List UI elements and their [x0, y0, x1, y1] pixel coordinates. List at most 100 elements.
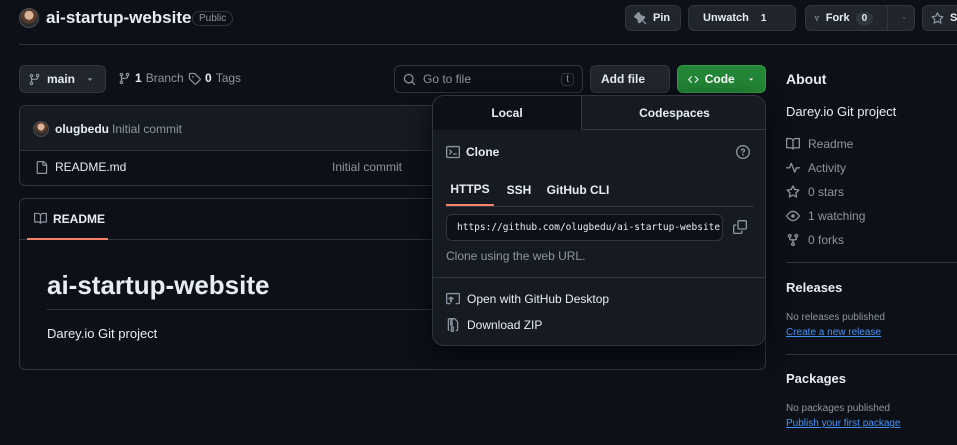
fork-icon	[814, 15, 820, 21]
tags-label: Tags	[215, 71, 242, 85]
chevron-down-icon	[657, 78, 659, 80]
download-zip-item[interactable]: Download ZIP	[446, 318, 542, 332]
download-zip-label: Download ZIP	[467, 318, 543, 332]
pulse-icon	[786, 162, 800, 173]
fork-label: Fork	[825, 12, 850, 24]
zip-icon	[447, 318, 459, 332]
repo-page: ai-startup-website Public Pin Unwatch 1 …	[0, 0, 957, 445]
repo-owner-avatar[interactable]	[19, 8, 39, 28]
packages-empty: No packages published	[786, 403, 890, 414]
pin-button[interactable]: Pin	[625, 5, 681, 31]
tab-codespaces[interactable]: Codespaces	[582, 96, 765, 130]
tab-local-label: Local	[491, 106, 523, 120]
protocol-label: HTTPS	[450, 182, 490, 196]
go-to-file-input[interactable]: Go to file t	[394, 65, 583, 93]
visibility-badge: Public	[192, 11, 234, 26]
sidebar-divider	[786, 262, 957, 263]
branch-icon	[29, 73, 40, 85]
branch-name: main	[47, 72, 76, 86]
heading-rule	[47, 309, 447, 310]
branches-link[interactable]: 1 Branch	[118, 71, 184, 85]
fork-icon	[787, 233, 799, 247]
chevron-down-icon[interactable]	[902, 13, 906, 23]
tab-codespaces-label: Codespaces	[639, 105, 710, 120]
protocol-tab-github-cli[interactable]: GitHub CLI	[543, 174, 613, 206]
protocol-tab-https[interactable]: HTTPS	[446, 174, 494, 206]
activity-link[interactable]: Activity	[786, 161, 846, 175]
go-to-file-placeholder: Go to file	[423, 72, 472, 86]
releases-title[interactable]: Releases	[786, 280, 842, 295]
protocol-label: GitHub CLI	[546, 183, 610, 197]
readme-body: Darey.io Git project	[47, 326, 158, 341]
file-commit-message[interactable]: Initial commit	[332, 160, 402, 174]
help-icon[interactable]	[736, 145, 750, 159]
forks-label: 0 forks	[808, 233, 845, 247]
tab-local[interactable]: Local	[433, 96, 582, 130]
add-file-label: Add file	[601, 72, 645, 86]
tags-link[interactable]: 0 Tags	[188, 71, 241, 85]
activity-label: Activity	[808, 161, 847, 175]
watching-label: 1 watching	[808, 209, 866, 223]
avatar[interactable]	[33, 121, 49, 137]
stars-link[interactable]: 0 stars	[786, 185, 844, 199]
packages-title[interactable]: Packages	[786, 371, 846, 386]
header-divider	[19, 44, 957, 45]
branches-label: Branch	[145, 71, 184, 85]
book-icon	[34, 212, 47, 224]
fork-button[interactable]: Fork 0	[805, 5, 915, 31]
pin-label: Pin	[653, 12, 671, 24]
chevron-down-icon	[748, 78, 753, 81]
create-release-link[interactable]: Create a new release	[786, 327, 881, 338]
add-file-button[interactable]: Add file	[590, 65, 670, 93]
desktop-icon	[446, 292, 460, 305]
star-icon	[786, 185, 800, 198]
protocol-tabs-underline	[446, 206, 754, 207]
about-description: Darey.io Git project	[786, 104, 897, 119]
terminal-icon	[446, 145, 460, 159]
star-button[interactable]: S	[922, 5, 957, 31]
readme-tab[interactable]: README	[27, 199, 108, 240]
code-button[interactable]: Code	[677, 65, 766, 93]
tags-count: 0	[205, 71, 212, 85]
publish-package-link[interactable]: Publish your first package	[786, 418, 901, 429]
file-icon	[36, 161, 48, 174]
open-desktop-label: Open with GitHub Desktop	[467, 292, 610, 306]
branch-selector[interactable]: main	[19, 65, 106, 93]
pin-icon	[634, 11, 647, 24]
watching-link[interactable]: 1 watching	[786, 209, 865, 223]
star-label: S	[950, 12, 957, 24]
forks-link[interactable]: 0 forks	[786, 233, 844, 247]
open-desktop-item[interactable]: Open with GitHub Desktop	[446, 292, 609, 306]
watch-count: 1	[760, 12, 767, 24]
readme-tab-label: README	[53, 211, 106, 226]
branch-icon	[119, 72, 130, 84]
protocol-tab-ssh[interactable]: SSH	[499, 174, 539, 206]
readme-link[interactable]: Readme	[786, 137, 853, 151]
protocol-label: SSH	[506, 183, 532, 197]
code-icon	[688, 75, 699, 83]
unwatch-label: Unwatch	[703, 12, 749, 24]
copy-icon[interactable]	[733, 220, 747, 234]
unwatch-button[interactable]: Unwatch 1	[688, 5, 796, 31]
eye-icon	[786, 210, 800, 222]
tag-icon	[188, 72, 201, 85]
readme-link-label: Readme	[808, 137, 854, 151]
stars-label: 0 stars	[808, 185, 845, 199]
readme-heading: ai-startup-website	[47, 270, 270, 300]
clone-url-field[interactable]: https://github.com/olugbedu/ai-startup-w…	[446, 214, 723, 241]
code-dropdown: Local Codespaces Clone HTTPS SSH GitHub …	[432, 95, 766, 346]
commit-message[interactable]: Initial commit	[112, 122, 182, 136]
file-name[interactable]: README.md	[55, 160, 126, 174]
about-title: About	[786, 71, 827, 87]
shortcut-key: t	[561, 72, 574, 86]
chevron-down-icon	[87, 78, 93, 81]
clone-url: https://github.com/olugbedu/ai-startup-w…	[457, 222, 723, 233]
repo-name[interactable]: ai-startup-website	[46, 8, 191, 28]
clone-help-text: Clone using the web URL.	[446, 249, 586, 263]
sidebar-divider	[786, 354, 957, 355]
star-icon	[931, 11, 944, 24]
book-icon	[786, 137, 800, 150]
commit-author[interactable]: olugbedu	[55, 122, 109, 136]
branches-count: 1	[135, 71, 142, 85]
clone-title: Clone	[466, 145, 500, 159]
